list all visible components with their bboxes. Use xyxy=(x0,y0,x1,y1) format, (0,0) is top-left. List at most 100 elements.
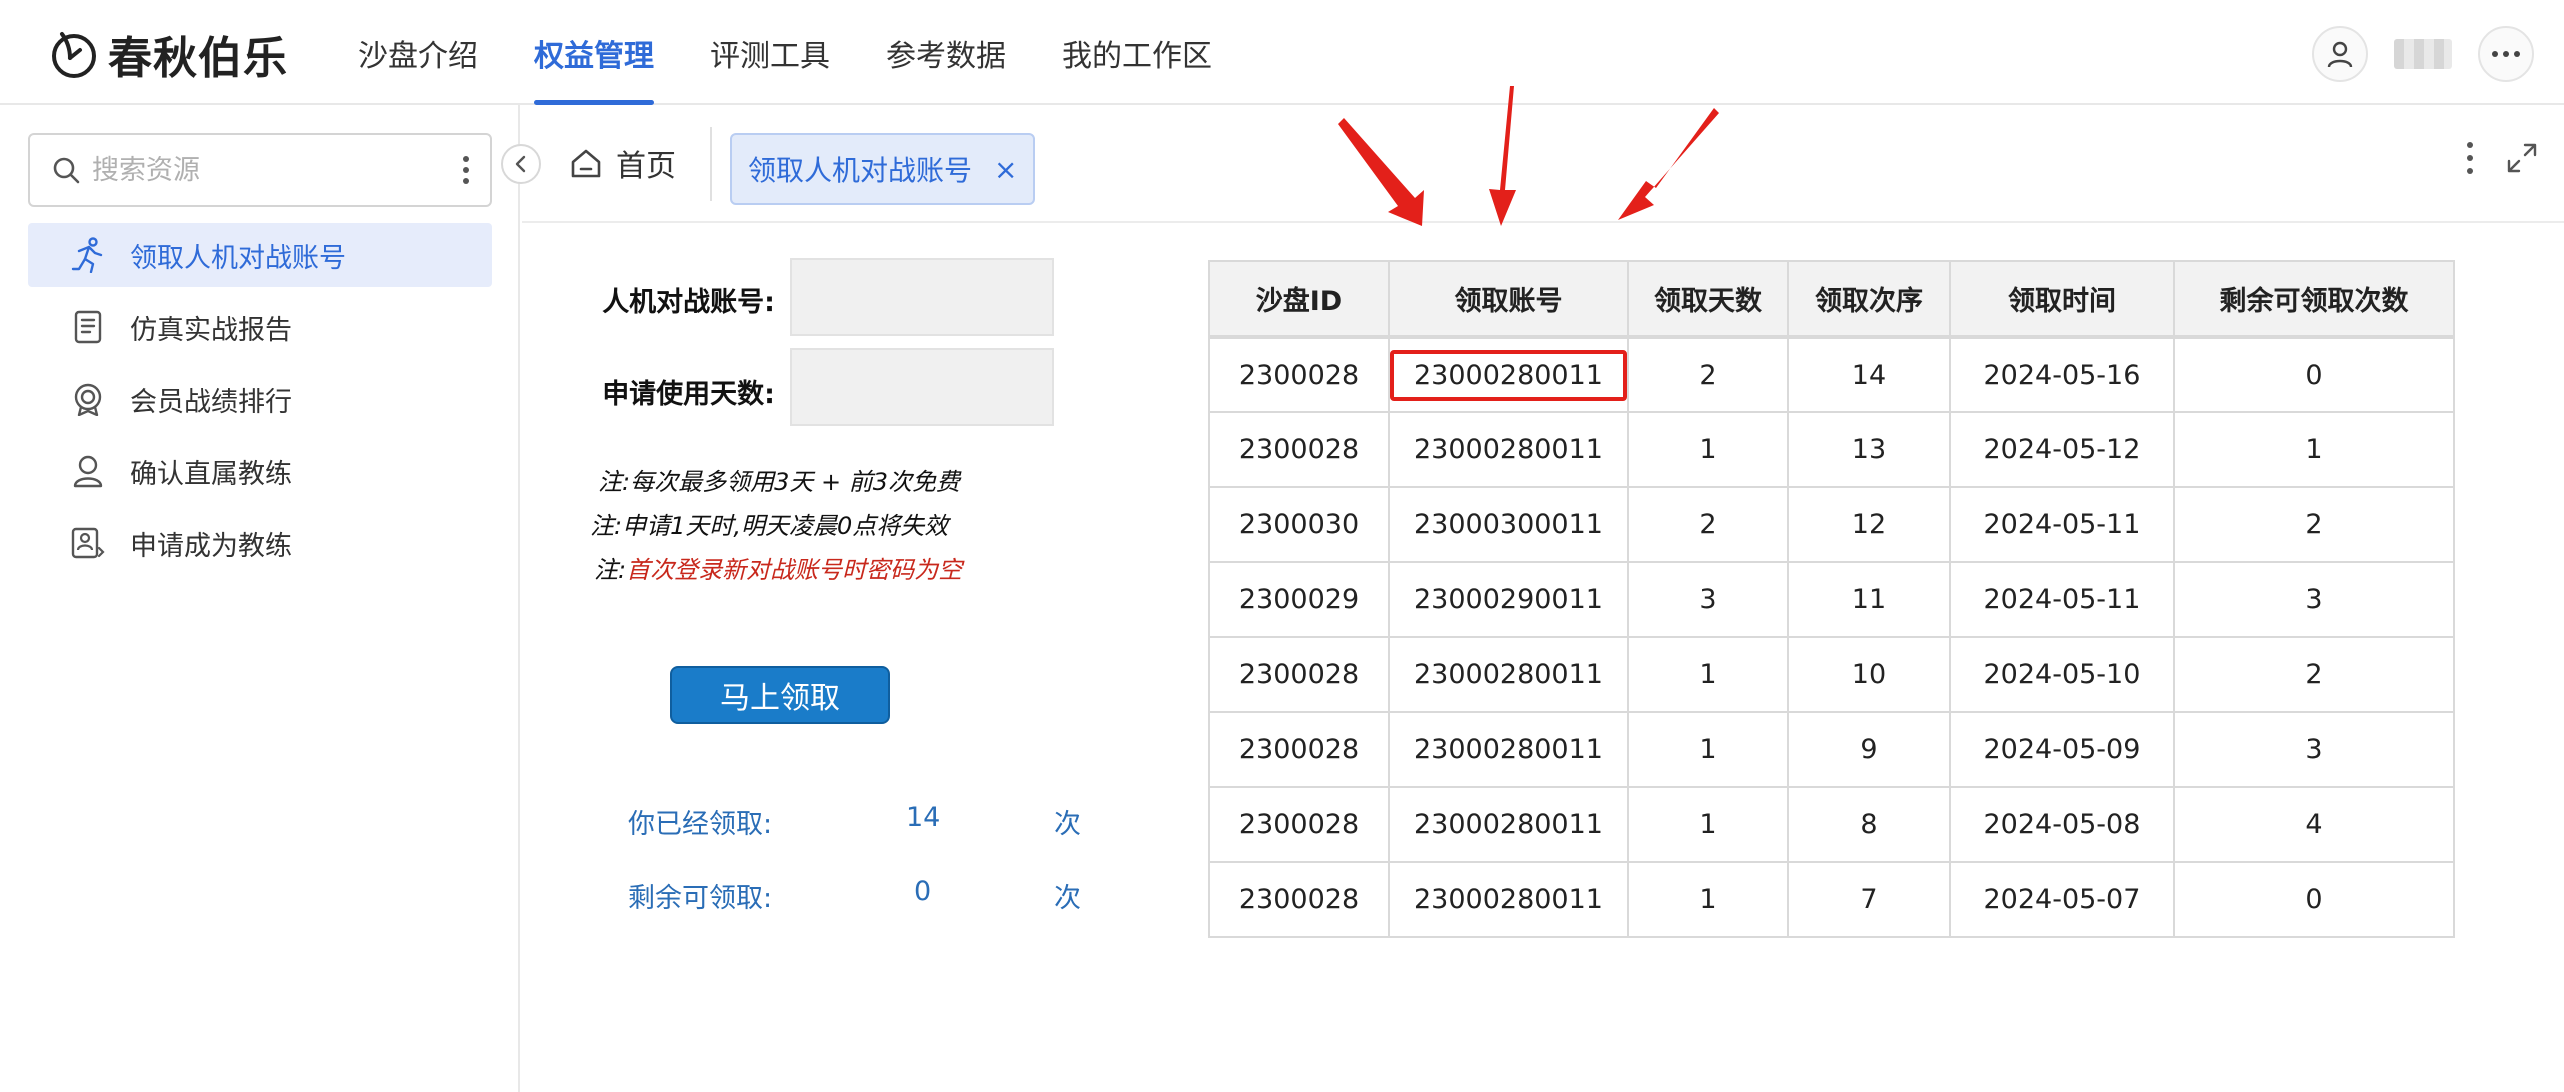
table-cell: 2300029 xyxy=(1208,561,1390,638)
table-cell: 23000280011 xyxy=(1388,411,1629,488)
sidebar-collapse-button[interactable] xyxy=(501,144,541,184)
nav-item-rights-management[interactable]: 权益管理 xyxy=(506,0,682,105)
table-cell: 23000290011 xyxy=(1388,561,1629,638)
sidebar-item-claim-account[interactable]: 领取人机对战账号 xyxy=(28,223,492,287)
sidebar: 领取人机对战账号 仿真实战报告 会员战绩排行 xyxy=(0,105,520,1092)
close-icon[interactable]: × xyxy=(994,153,1017,186)
table-cell: 2 xyxy=(2172,636,2455,713)
nav-item-my-workspace[interactable]: 我的工作区 xyxy=(1034,0,1240,105)
id-card-icon xyxy=(70,525,106,561)
sidebar-item-label: 会员战绩排行 xyxy=(130,386,292,418)
table-cell: 2300028 xyxy=(1208,711,1390,788)
table-cell: 2024-05-09 xyxy=(1948,711,2175,788)
table-cell: 23000280011 xyxy=(1388,711,1629,788)
table-cell: 1 xyxy=(1626,861,1789,938)
account-field[interactable] xyxy=(790,258,1054,336)
table-cell: 2024-05-11 xyxy=(1948,486,2175,563)
sidebar-item-label: 仿真实战报告 xyxy=(130,314,292,346)
running-person-icon xyxy=(70,237,106,273)
tab-label: 领取人机对战账号 xyxy=(748,154,973,187)
column-header: 领取账号 xyxy=(1388,260,1629,338)
sidebar-item-simulation-report[interactable]: 仿真实战报告 xyxy=(28,295,492,359)
days-field[interactable] xyxy=(790,348,1054,426)
table-row: 2300028 23000280011 1 9 2024-05-09 3 xyxy=(1208,711,2455,788)
table-cell-highlighted: 23000280011 xyxy=(1388,335,1629,413)
table-cell: 3 xyxy=(2172,711,2455,788)
search-input[interactable] xyxy=(92,154,452,186)
user-icon xyxy=(2327,41,2353,68)
table-cell: 4 xyxy=(2172,786,2455,863)
table-cell: 3 xyxy=(1626,561,1789,638)
note-password-text: 首次登录新对战账号时密码为空 xyxy=(626,556,963,584)
tab-claim-account[interactable]: 领取人机对战账号 × xyxy=(730,133,1036,205)
table-cell: 9 xyxy=(1786,711,1951,788)
table-cell: 8 xyxy=(1786,786,1951,863)
table-cell: 10 xyxy=(1786,636,1951,713)
table-cell: 3 xyxy=(2172,561,2455,638)
sidebar-item-label: 申请成为教练 xyxy=(130,530,292,562)
table-cell: 1 xyxy=(1626,636,1789,713)
note-max-days: 注:每次最多领用3天 + 前3次免费 xyxy=(598,468,960,496)
table-cell: 2024-05-10 xyxy=(1948,636,2175,713)
table-row: 2300028 23000280011 1 13 2024-05-12 1 xyxy=(1208,411,2455,488)
table-cell: 2300028 xyxy=(1208,335,1390,413)
main-nav: 沙盘介绍 权益管理 评测工具 参考数据 我的工作区 xyxy=(330,0,1240,105)
table-cell: 2 xyxy=(2172,486,2455,563)
table-cell: 2024-05-12 xyxy=(1948,411,2175,488)
brand-name: 春秋伯乐 xyxy=(108,33,288,84)
claim-now-button[interactable]: 马上领取 xyxy=(670,666,890,724)
red-arrow-1 xyxy=(1338,118,1424,226)
red-arrow-2 xyxy=(1489,86,1516,226)
column-header: 领取天数 xyxy=(1626,260,1789,338)
username-blurred[interactable] xyxy=(2394,39,2452,69)
column-header: 剩余可领取次数 xyxy=(2172,260,2455,338)
table-row: 2300028 23000280011 2 14 2024-05-16 0 xyxy=(1208,335,2455,413)
table-cell: 13 xyxy=(1786,411,1951,488)
fullscreen-icon[interactable] xyxy=(2506,142,2538,174)
table-cell: 23000300011 xyxy=(1388,486,1629,563)
nav-item-evaluation-tools[interactable]: 评测工具 xyxy=(682,0,858,105)
more-vertical-icon[interactable] xyxy=(2466,141,2474,175)
claimed-unit: 次 xyxy=(1054,809,1081,840)
user-avatar-button[interactable] xyxy=(2312,26,2368,82)
remaining-unit: 次 xyxy=(1054,883,1081,914)
sidebar-item-confirm-coach[interactable]: 确认直属教练 xyxy=(28,439,492,503)
table-row: 2300028 23000280011 1 7 2024-05-07 0 xyxy=(1208,861,2455,938)
table-cell: 23000280011 xyxy=(1388,861,1629,938)
table-cell: 14 xyxy=(1786,335,1951,413)
sidebar-search xyxy=(28,133,492,207)
tab-home-label: 首页 xyxy=(616,149,676,184)
table-cell: 2300028 xyxy=(1208,636,1390,713)
table-cell: 2024-05-11 xyxy=(1948,561,2175,638)
sidebar-item-label: 确认直属教练 xyxy=(130,458,292,490)
table-cell: 1 xyxy=(2172,411,2455,488)
sidebar-item-apply-coach[interactable]: 申请成为教练 xyxy=(28,511,492,575)
tab-divider xyxy=(710,127,712,201)
medal-icon xyxy=(70,381,106,417)
nav-item-sandbox-intro[interactable]: 沙盘介绍 xyxy=(330,0,506,105)
nav-item-reference-data[interactable]: 参考数据 xyxy=(858,0,1034,105)
highlighted-account: 23000280011 xyxy=(1390,349,1627,401)
home-icon xyxy=(571,149,601,178)
table-row: 2300029 23000290011 3 11 2024-05-11 3 xyxy=(1208,561,2455,638)
note-prefix: 注: xyxy=(594,556,627,584)
top-header: 春秋伯乐 沙盘介绍 权益管理 评测工具 参考数据 我的工作区 xyxy=(0,0,2564,105)
table-cell: 2300028 xyxy=(1208,786,1390,863)
table-cell: 2300028 xyxy=(1208,861,1390,938)
table-cell: 12 xyxy=(1786,486,1951,563)
table-cell: 7 xyxy=(1786,861,1951,938)
table-cell: 2300028 xyxy=(1208,411,1390,488)
brand-logo[interactable]: 春秋伯乐 xyxy=(48,24,288,84)
claim-history-table: 沙盘ID 领取账号 领取天数 领取次序 领取时间 剩余可领取次数 2300028… xyxy=(1208,260,2455,938)
more-vertical-icon[interactable] xyxy=(462,155,470,185)
user-outline-icon xyxy=(70,453,106,489)
table-cell: 23000280011 xyxy=(1388,636,1629,713)
search-icon xyxy=(53,157,80,184)
tab-home[interactable]: 首页 xyxy=(570,141,676,185)
table-cell: 2024-05-07 xyxy=(1948,861,2175,938)
table-cell: 2 xyxy=(1626,486,1789,563)
more-options-button[interactable] xyxy=(2478,26,2534,82)
table-cell: 2300030 xyxy=(1208,486,1390,563)
note-expiry: 注:申请1天时,明天凌晨0点将失效 xyxy=(590,512,949,540)
sidebar-item-member-ranking[interactable]: 会员战绩排行 xyxy=(28,367,492,431)
